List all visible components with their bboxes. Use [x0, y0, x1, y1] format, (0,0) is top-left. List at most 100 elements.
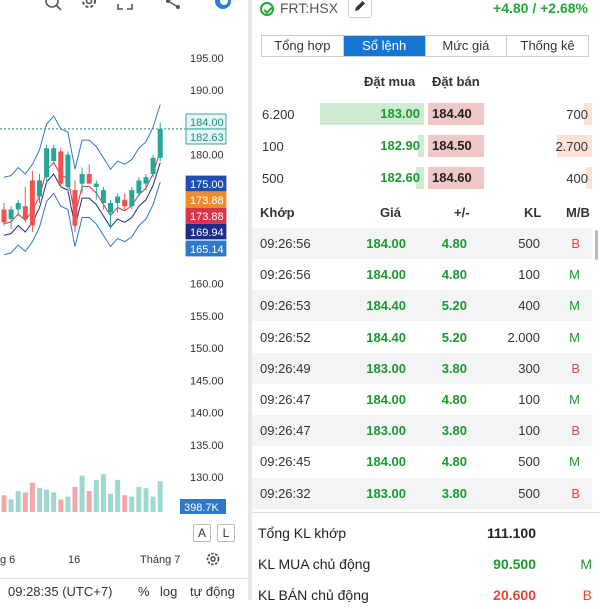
trade-side: M [569, 454, 580, 470]
edit-symbol-button[interactable] [348, 0, 372, 18]
candle-body [1, 209, 7, 223]
order-book-row[interactable]: 6.200 183.00 184.40 700 [252, 100, 600, 128]
volume-bar [108, 493, 113, 512]
trade-price: 184.00 [366, 454, 406, 470]
candle-body [79, 173, 85, 184]
bid-volume: 6.200 [262, 107, 295, 122]
trade-change: 4.80 [441, 392, 467, 407]
trade-volume: 300 [518, 360, 540, 376]
trade-time: 09:26:47 [260, 423, 311, 439]
ask-volume: 400 [566, 171, 588, 186]
trade-side: B [571, 236, 580, 251]
summary-side: M [580, 556, 592, 572]
price-tag-label: 169.94 [190, 227, 224, 239]
y-tick-label: 160.00 [190, 279, 224, 291]
trade-change: 4.80 [441, 236, 467, 251]
candle-body [8, 209, 14, 220]
ask-volume: 700 [566, 107, 588, 122]
volume-bar [72, 486, 78, 512]
auto-scale-button[interactable]: A [193, 524, 211, 542]
log-scale-button[interactable]: L [217, 524, 235, 542]
ask-price[interactable]: 184.40 [428, 103, 484, 125]
candle-body [44, 148, 50, 178]
trade-row[interactable]: 09:26:52 184.40 5.20 2.000 M [252, 322, 592, 353]
trade-side: B [571, 360, 580, 376]
trade-row[interactable]: 09:26:53 184.40 5.20 400 M [252, 290, 592, 322]
summary-row: Tổng KL khớp 111.100 [252, 517, 600, 547]
trade-price: 183.00 [366, 360, 406, 376]
volume-bar [136, 486, 142, 512]
trades-header-row: Khớp Giá +/- KL M/B [252, 198, 600, 226]
tab-statistics[interactable]: Thống kê [507, 36, 588, 56]
candle-body [157, 128, 163, 158]
ask-header: Đặt bán [432, 74, 480, 89]
order-book-row[interactable]: 500 182.60 184.60 400 [252, 164, 600, 192]
ask-price[interactable]: 184.60 [428, 167, 484, 189]
trades-scrollbar[interactable] [595, 230, 598, 260]
bid-price[interactable]: 182.90 [320, 135, 424, 157]
price-chart[interactable]: 195.00190.00185.00180.00175.00170.00165.… [0, 0, 248, 578]
y-tick-label: 190.00 [190, 85, 224, 97]
summary-row: KL MUA chủ động 90.500 M [252, 548, 600, 578]
trade-row[interactable]: 09:26:32 183.00 3.80 500 B [252, 477, 592, 509]
trade-price: 184.00 [366, 236, 406, 251]
trade-time: 09:26:56 [260, 236, 311, 251]
trade-row[interactable]: 09:26:47 183.00 3.80 100 B [252, 415, 592, 447]
summary-label: KL MUA chủ động [258, 556, 371, 572]
order-book-row[interactable]: 100 182.90 184.50 2.700 [252, 132, 600, 160]
log-toggle[interactable]: log [160, 584, 177, 599]
candle-body [29, 180, 35, 226]
verified-icon [260, 2, 274, 16]
indicator-icon[interactable] [42, 0, 64, 14]
trade-side: M [569, 298, 580, 314]
chart-settings-icon[interactable] [205, 551, 221, 572]
candle-body [15, 203, 21, 210]
tab-price-levels[interactable]: Mức giá [425, 36, 508, 56]
bid-price[interactable]: 183.00 [320, 103, 424, 125]
trade-row[interactable]: 09:26:47 184.00 4.80 100 M [252, 384, 592, 415]
app-logo-icon[interactable] [212, 0, 234, 14]
gear-icon[interactable] [78, 0, 100, 14]
tab-summary[interactable]: Tổng hợp [262, 36, 344, 56]
summary-value: 90.500 [493, 556, 536, 572]
fullscreen-icon[interactable] [114, 0, 136, 14]
candle-body [108, 203, 113, 213]
upper-band-line [3, 104, 161, 178]
ask-price[interactable]: 184.50 [428, 135, 484, 157]
price-tag-label: 173.88 [190, 195, 224, 207]
y-tick-label: 150.00 [190, 343, 224, 355]
header-change: +/- [454, 205, 470, 220]
trade-price: 183.00 [366, 423, 406, 439]
ticker-change: +4.80 / +2.68% [493, 0, 588, 16]
trade-row[interactable]: 09:26:56 184.00 4.80 100 M [252, 259, 592, 290]
chart-pane[interactable]: 195.00190.00185.00180.00175.00170.00165.… [0, 0, 248, 600]
trade-row[interactable]: 09:26:45 184.00 4.80 500 M [252, 446, 592, 477]
trade-change: 4.80 [441, 454, 467, 470]
volume-bar [115, 479, 121, 512]
volume-bar [1, 495, 7, 512]
trade-volume: 500 [518, 485, 540, 501]
tab-order-book[interactable]: Sổ lệnh [343, 36, 426, 56]
y-tick-label: 130.00 [190, 472, 224, 484]
trade-row[interactable]: 09:26:56 184.00 4.80 500 B [252, 228, 592, 259]
chart-bottom-bar: 09:28:35 (UTC+7) % log tự động [0, 578, 248, 600]
candle-body [115, 196, 121, 204]
trade-change: 3.80 [441, 485, 467, 501]
bid-price[interactable]: 182.60 [320, 167, 424, 189]
trade-time: 09:26:32 [260, 485, 311, 501]
candle-body [143, 177, 149, 184]
bid-volume: 500 [262, 171, 284, 186]
y-tick-label: 195.00 [190, 53, 224, 65]
trade-side: M [569, 329, 580, 345]
candle-body [93, 183, 99, 187]
volume-bar [58, 499, 64, 512]
volume-bar [29, 482, 35, 512]
candle-body [72, 190, 78, 226]
volume-bar [150, 496, 156, 512]
trade-row[interactable]: 09:26:49 183.00 3.80 300 B [252, 352, 592, 384]
share-icon[interactable] [162, 0, 184, 14]
summary-value: 20.600 [493, 587, 536, 603]
auto-toggle[interactable]: tự động [190, 584, 235, 599]
percent-toggle[interactable]: % [138, 584, 150, 599]
y-tick-label: 140.00 [190, 408, 224, 420]
